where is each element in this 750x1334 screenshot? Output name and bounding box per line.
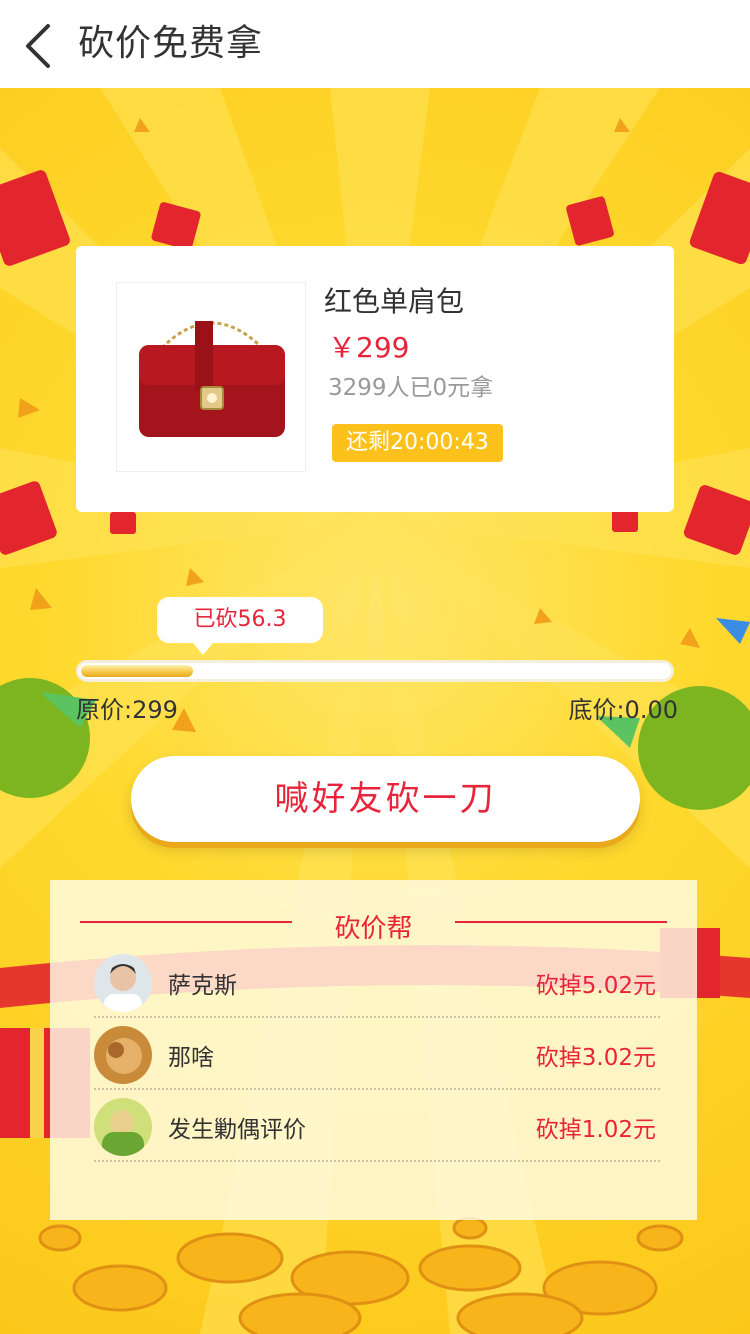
top-bar: 砍价免费拿 (0, 0, 750, 88)
helpers-title: 砍价帮 (334, 914, 413, 944)
bargained-amount-bubble: 已砍56.3 (157, 597, 323, 655)
helper-row: 那啥 砍掉3.02元 (94, 1018, 660, 1090)
floor-price: 底价:0.00 (568, 696, 678, 724)
helper-name: 那啥 (168, 1045, 214, 1071)
sold-count: 3299人已0元拿 (328, 375, 494, 401)
bargain-progress-bar (76, 660, 674, 682)
countdown-badge: 还剩20:00:43 (332, 424, 503, 462)
back-button[interactable] (14, 18, 66, 74)
helper-amount: 砍掉5.02元 (535, 973, 656, 999)
product-card[interactable]: 红色单肩包 ￥299 3299人已0元拿 还剩20:00:43 (76, 246, 674, 512)
bargain-helpers-panel: 砍价帮 萨克斯 砍掉5.02元 那啥 砍掉3.02元 发生勦偶评价 砍掉1.02… (50, 880, 697, 1220)
title-divider-right (455, 921, 667, 923)
helper-amount: 砍掉3.02元 (535, 1045, 656, 1071)
product-price: ￥299 (328, 331, 410, 364)
chevron-left-icon (26, 24, 50, 68)
helper-row: 发生勦偶评价 砍掉1.02元 (94, 1090, 660, 1162)
original-price: 原价:299 (76, 696, 178, 724)
invite-friend-button[interactable]: 喊好友砍一刀 (131, 756, 640, 842)
product-name: 红色单肩包 (324, 285, 465, 318)
helper-row: 萨克斯 砍掉5.02元 (94, 946, 660, 1018)
page-title: 砍价免费拿 (78, 23, 264, 64)
avatar (94, 1026, 152, 1084)
helper-name: 发生勦偶评价 (168, 1117, 306, 1143)
bargain-progress-fill (81, 665, 193, 677)
helper-amount: 砍掉1.02元 (535, 1117, 656, 1143)
red-shoulder-bag-image (139, 321, 285, 437)
product-image (116, 282, 306, 472)
helper-name: 萨克斯 (168, 973, 237, 999)
avatar (94, 1098, 152, 1156)
avatar (94, 954, 152, 1012)
